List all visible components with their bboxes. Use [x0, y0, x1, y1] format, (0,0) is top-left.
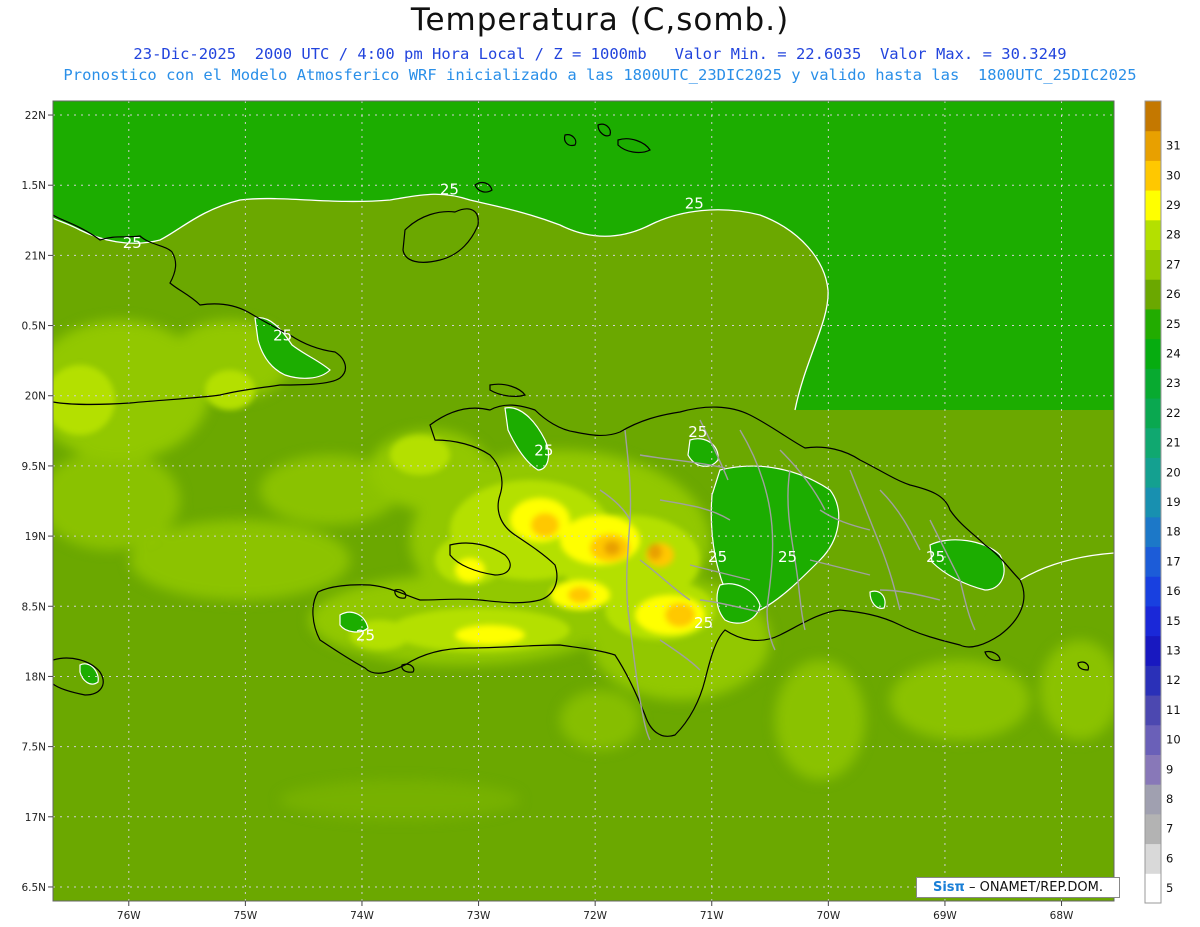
colorbar-swatch — [1145, 487, 1161, 518]
temperature-map: 25252525252525 25 252525 76W 75W 74W 73W 72W 71… — [21, 100, 1181, 922]
colorbar-label: 22 — [1166, 406, 1181, 420]
colorbar-label: 7 — [1166, 822, 1173, 836]
y-tick-label: 21N — [25, 250, 46, 262]
colorbar-label: 5 — [1166, 881, 1173, 895]
colorbar-swatch — [1145, 338, 1161, 369]
colorbar-swatch — [1145, 516, 1161, 548]
credit-box: Sisπ – ONAMET/REP.DOM. — [916, 877, 1120, 898]
colorbar-swatch — [1145, 398, 1161, 429]
colorbar-label: 26 — [1166, 287, 1181, 301]
colorbar-label: 6 — [1166, 851, 1173, 865]
x-tick-label: 76W — [117, 910, 141, 922]
y-tick-label: 9.5N — [21, 461, 46, 473]
colorbar-swatch — [1145, 368, 1161, 399]
colorbar-label: 17 — [1166, 554, 1181, 568]
colorbar-label: 8 — [1166, 792, 1173, 806]
colorbar-swatch — [1145, 724, 1161, 755]
credit-brand: Sisπ — [932, 880, 965, 895]
contour-label: 25 — [688, 423, 707, 441]
colorbar-swatch — [1145, 279, 1161, 310]
colorbar-swatch — [1145, 873, 1161, 904]
colorbar-label: 15 — [1166, 614, 1181, 628]
x-tick-label: 72W — [583, 910, 607, 922]
colorbar-label: 23 — [1166, 376, 1181, 390]
contour-label: 25 — [440, 180, 459, 198]
y-tick-label: 8.5N — [21, 601, 46, 613]
colorbar-label: 20 — [1166, 465, 1181, 479]
colorbar-swatch — [1145, 813, 1161, 845]
contour-label: 25 — [356, 627, 375, 645]
y-tick-label: 22N — [25, 110, 46, 122]
colorbar-swatch — [1145, 695, 1161, 726]
colorbar-label: 18 — [1166, 525, 1181, 539]
y-tick-label: 17N — [25, 812, 46, 824]
y-tick-label: 7.5N — [21, 742, 46, 754]
contour-label: 25 — [708, 548, 727, 566]
colorbar-label: 16 — [1166, 584, 1181, 598]
colorbar-label: 11 — [1166, 703, 1181, 717]
colorbar-swatch — [1145, 754, 1161, 785]
contour-label: 25 — [926, 548, 945, 566]
colorbar-swatch — [1145, 190, 1161, 221]
colorbar-label: 31 — [1166, 139, 1181, 153]
contour-label: 25 — [534, 441, 553, 459]
colorbar-swatch — [1145, 427, 1161, 458]
contour-label: 25 — [694, 614, 713, 632]
colorbar-swatch — [1145, 576, 1161, 607]
colorbar-swatch — [1145, 160, 1161, 191]
x-tick-label: 69W — [933, 910, 957, 922]
colorbar-label: 27 — [1166, 257, 1181, 271]
credit-text: – ONAMET/REP.DOM. — [968, 880, 1103, 895]
y-tick-label: 18N — [25, 671, 46, 683]
colorbar-label: 29 — [1166, 198, 1181, 212]
colorbar-label: 28 — [1166, 228, 1181, 242]
contour-label: 25 — [685, 194, 704, 212]
colorbar-swatch — [1145, 130, 1161, 161]
y-tick-label: 0.5N — [21, 321, 46, 333]
y-tick-label: 20N — [25, 391, 46, 403]
colorbar-swatch — [1145, 101, 1161, 132]
colorbar-swatch — [1145, 219, 1161, 251]
colorbar-label: 30 — [1166, 168, 1181, 182]
colorbar-label: 12 — [1166, 673, 1181, 687]
x-tick-label: 73W — [467, 910, 491, 922]
colorbar-swatch — [1145, 605, 1161, 637]
x-tick-label: 70W — [816, 910, 840, 922]
colorbar-label: 19 — [1166, 495, 1181, 509]
y-tick-label: 19N — [25, 531, 46, 543]
colorbar-swatch — [1145, 308, 1161, 340]
y-tick-label: 1.5N — [21, 180, 46, 192]
colorbar-swatch — [1145, 843, 1161, 874]
colorbar-swatch — [1145, 457, 1161, 488]
colorbar-label: 21 — [1166, 436, 1181, 450]
colorbar-swatch — [1145, 665, 1161, 696]
x-tick-label: 68W — [1050, 910, 1074, 922]
contour-label: 25 — [273, 326, 292, 344]
colorbar-swatch — [1145, 249, 1161, 280]
colorbar-label: 10 — [1166, 733, 1181, 747]
colorbar-label: 13 — [1166, 644, 1181, 658]
colorbar: 5 6 7 8 9 10 11 12 13 15 16 17 18 19 20 21 22 23 24 25 26 27 2… — [1144, 100, 1181, 904]
colorbar-label: 25 — [1166, 317, 1181, 331]
contour-label: 25 — [778, 548, 797, 566]
colorbar-label: 24 — [1166, 346, 1181, 360]
colorbar-swatch — [1145, 546, 1161, 577]
colorbar-swatch — [1145, 784, 1161, 815]
x-tick-label: 71W — [700, 910, 724, 922]
x-tick-label: 74W — [350, 910, 374, 922]
colorbar-swatch — [1145, 635, 1161, 666]
contour-label: 25 — [123, 234, 142, 252]
colorbar-label: 9 — [1166, 762, 1173, 776]
y-tick-label: 6.5N — [21, 882, 46, 894]
plot-area: 25 25 25 25 25 25 25 25 25 25 25 — [53, 101, 1114, 901]
x-tick-label: 75W — [234, 910, 258, 922]
